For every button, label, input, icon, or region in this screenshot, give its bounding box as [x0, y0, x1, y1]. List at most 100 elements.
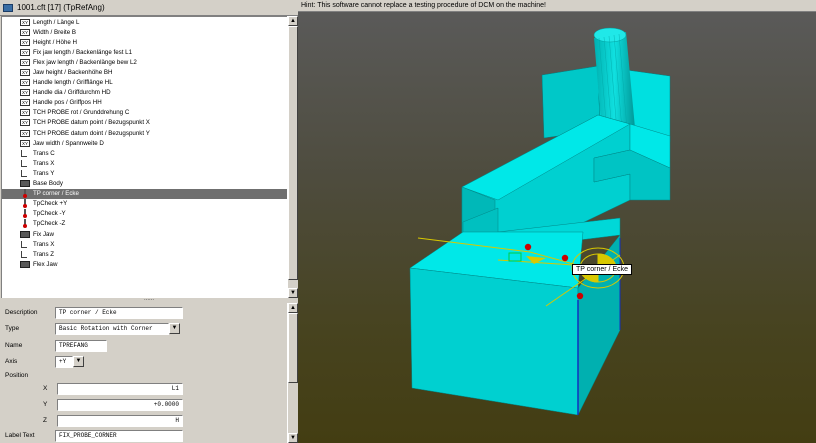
- tree-item[interactable]: TP corner / Ecke: [2, 188, 287, 199]
- axis-dropdown-button[interactable]: ▼: [73, 356, 84, 367]
- axis-select[interactable]: +Y: [55, 356, 73, 368]
- scroll-thumb[interactable]: [288, 26, 298, 280]
- axis-row: Axis +Y ▼: [1, 356, 281, 368]
- xy-variable-icon: XY: [20, 119, 30, 127]
- position-x-row: X L1: [1, 383, 281, 395]
- tree-item-label: Base Body: [33, 180, 63, 188]
- tree-item[interactable]: TpCheck -Z: [2, 219, 287, 229]
- xy-variable-icon: XY: [20, 38, 30, 46]
- object-tree[interactable]: XY Length / Länge L XY Width / Breite B XY He…: [1, 16, 288, 300]
- probe-icon: [20, 199, 30, 209]
- tree-item-label: Fix Jaw: [33, 230, 54, 238]
- position-y-field[interactable]: +0.0000: [57, 399, 183, 411]
- position-y-row: Y +0.0000: [1, 399, 281, 411]
- tree-item-label: TCH PROBE datum doint / Bezugspunkt Y: [33, 129, 150, 137]
- tree-item-label: Trans Y: [33, 169, 55, 177]
- tree-item[interactable]: XY Jaw width / Spannweite D: [2, 138, 287, 148]
- tree-item[interactable]: Flex Jaw: [2, 259, 287, 269]
- transform-icon: [20, 169, 30, 178]
- position-y-label: Y: [43, 401, 48, 408]
- tree-item[interactable]: Trans X: [2, 239, 287, 249]
- tree-item[interactable]: XY TCH PROBE rot / Grunddrehung C: [2, 108, 287, 118]
- body-icon: [20, 230, 30, 238]
- tree-item-label: Flex Jaw: [33, 260, 58, 268]
- transform-icon: [20, 250, 30, 259]
- tree-item-label: Fix jaw length / Backenlänge fest L1: [33, 48, 133, 56]
- props-scroll-up-button[interactable]: ▲: [288, 303, 298, 313]
- label-text-label: Label Text: [5, 432, 35, 439]
- tree-item-label: Handle length / Grifflänge HL: [33, 79, 113, 87]
- tree-item[interactable]: Fix Jaw: [2, 229, 287, 239]
- tree-item[interactable]: XY Width / Breite B: [2, 27, 287, 37]
- tree-item[interactable]: Trans Z: [2, 249, 287, 259]
- properties-scrollbar[interactable]: ▲ ▼: [287, 303, 298, 443]
- tree-item[interactable]: XY TCH PROBE datum doint / Bezugspunkt Y: [2, 128, 287, 138]
- name-row: Name TPREFANG: [1, 340, 281, 352]
- tree-item[interactable]: Trans C: [2, 148, 287, 158]
- fix-jaw: [409, 231, 621, 416]
- xy-variable-icon: XY: [20, 58, 30, 66]
- position-z-row: Z H: [1, 415, 281, 427]
- tree-item-label: TP corner / Ecke: [33, 190, 79, 198]
- xy-variable-icon: XY: [20, 89, 30, 97]
- window-titlebar: 1001.cft [17] (TpRefAng): [0, 0, 298, 16]
- xy-variable-icon: XY: [20, 79, 30, 87]
- vise-model[interactable]: [298, 0, 816, 443]
- tree-item-label: TpCheck -Y: [33, 210, 66, 218]
- tree-item-label: Flex jaw length / Backenlänge bew L2: [33, 58, 137, 66]
- xy-variable-icon: XY: [20, 139, 30, 147]
- position-x-field[interactable]: L1: [57, 383, 183, 395]
- tree-item[interactable]: XY Handle dia / Griffdurchm HD: [2, 88, 287, 98]
- scroll-down-button[interactable]: ▼: [288, 288, 298, 298]
- app-icon: [3, 3, 13, 12]
- type-select[interactable]: Basic Rotation with Corner: [55, 323, 169, 335]
- tree-item-label: TpCheck -Z: [33, 220, 66, 228]
- tree-item[interactable]: Base Body: [2, 179, 287, 189]
- tree-item-label: TpCheck +Y: [33, 200, 68, 208]
- position-z-label: Z: [43, 417, 47, 424]
- tree-item[interactable]: Trans Y: [2, 168, 287, 178]
- name-label: Name: [5, 342, 23, 349]
- tree-item[interactable]: Trans X: [2, 158, 287, 168]
- tree-item[interactable]: XY Handle length / Grifflänge HL: [2, 78, 287, 88]
- tree-item-label: TCH PROBE rot / Grunddrehung C: [33, 109, 130, 117]
- tree-item-label: Trans X: [33, 159, 55, 167]
- description-field[interactable]: TP corner / Ecke: [55, 307, 183, 319]
- tree-scrollbar[interactable]: ▲ ▼: [287, 16, 298, 298]
- tree-item-label: Jaw width / Spannweite D: [33, 139, 104, 147]
- tree-item[interactable]: XY Handle pos / Griffpos HH: [2, 98, 287, 108]
- 3d-viewport[interactable]: Hint: This software cannot replace a tes…: [298, 0, 816, 443]
- xy-variable-icon: XY: [20, 109, 30, 117]
- body-icon: [20, 260, 30, 268]
- name-field[interactable]: TPREFANG: [55, 340, 107, 352]
- splitter-grip: ......: [143, 296, 154, 302]
- tree-item[interactable]: XY Jaw height / Backenhöhe BH: [2, 67, 287, 77]
- scroll-up-button[interactable]: ▲: [288, 16, 298, 26]
- props-scroll-down-button[interactable]: ▼: [288, 433, 298, 443]
- tree-item-label: Trans C: [33, 149, 55, 157]
- position-row: Position: [1, 372, 281, 382]
- tree-item-label: TCH PROBE datum point / Bezugspunkt X: [33, 119, 150, 127]
- tree-item-label: Jaw height / Backenhöhe BH: [33, 69, 113, 77]
- type-dropdown-button[interactable]: ▼: [169, 323, 180, 334]
- tree-item[interactable]: TpCheck +Y: [2, 199, 287, 209]
- transform-icon: [20, 149, 30, 158]
- tree-item[interactable]: XY TCH PROBE datum point / Bezugspunkt X: [2, 118, 287, 128]
- axis-label: Axis: [5, 358, 18, 365]
- tree-item[interactable]: XY Flex jaw length / Backenlänge bew L2: [2, 57, 287, 67]
- tree-item-label: Handle dia / Griffdurchm HD: [33, 89, 111, 97]
- label-text-field[interactable]: FIX_PROBE_CORNER: [55, 430, 183, 442]
- props-scroll-thumb[interactable]: [288, 313, 298, 383]
- tree-item-label: Height / Höhe H: [33, 38, 78, 46]
- tree-item[interactable]: TpCheck -Y: [2, 209, 287, 219]
- xy-variable-icon: XY: [20, 129, 30, 137]
- xy-variable-icon: XY: [20, 48, 30, 56]
- xy-variable-icon: XY: [20, 28, 30, 36]
- tree-item[interactable]: XY Fix jaw length / Backenlänge fest L1: [2, 47, 287, 57]
- probe-icon: [20, 189, 30, 199]
- label-text-row: Label Text FIX_PROBE_CORNER: [1, 430, 281, 442]
- tree-item-label: Length / Länge L: [33, 18, 80, 26]
- tree-item[interactable]: XY Height / Höhe H: [2, 37, 287, 47]
- position-z-field[interactable]: H: [57, 415, 183, 427]
- tree-item[interactable]: XY Length / Länge L: [2, 17, 287, 27]
